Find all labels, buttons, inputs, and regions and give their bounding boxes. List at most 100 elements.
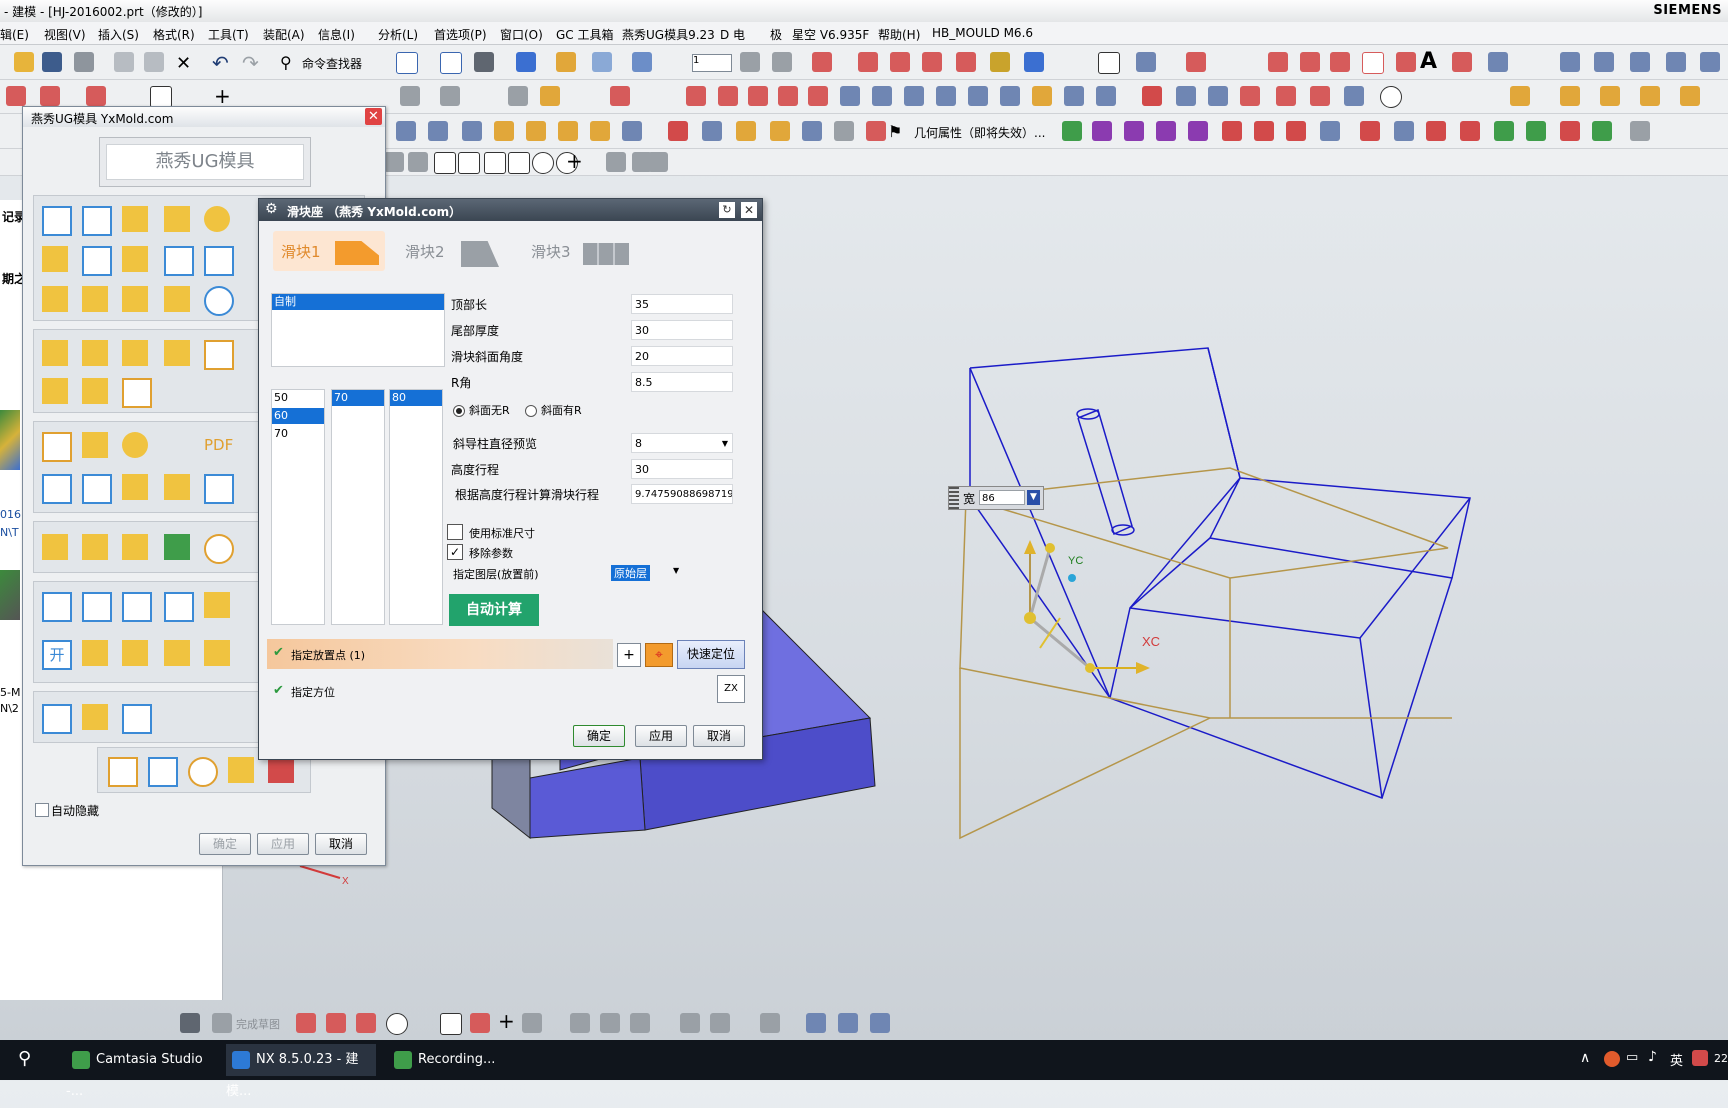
menu-preferences[interactable]: 首选项(P): [434, 26, 487, 43]
mold-icon-22[interactable]: [1254, 121, 1274, 141]
tab-slider-3[interactable]: 滑块3: [525, 231, 637, 271]
clock-icon[interactable]: [204, 286, 234, 316]
open-icon[interactable]: [14, 52, 34, 72]
gear-icon[interactable]: ⚙: [265, 201, 278, 217]
cancel-button[interactable]: 取消: [693, 725, 745, 747]
size-a-item-1[interactable]: 50: [272, 390, 324, 406]
cooling-icon[interactable]: [42, 432, 72, 462]
yx-cancel-button[interactable]: 取消: [315, 833, 367, 855]
redo-icon[interactable]: ↷: [242, 51, 259, 75]
mold-icon-29[interactable]: [1494, 121, 1514, 141]
snap-icon-9[interactable]: [606, 152, 626, 172]
place-point-row[interactable]: ✔ 指定放置点 (1): [267, 639, 613, 669]
point-dialog-button[interactable]: +: [617, 643, 641, 667]
zoom-icon[interactable]: [440, 52, 462, 74]
remove-params-checkbox[interactable]: ✓: [447, 544, 463, 560]
layer-select[interactable]: 原始层 ▼: [611, 564, 685, 582]
size-a-item-2[interactable]: 60: [272, 408, 324, 424]
split-icon-2[interactable]: [82, 592, 112, 622]
feature-icon-2[interactable]: [872, 86, 892, 106]
show-icon[interactable]: [772, 52, 792, 72]
snap-icon-3[interactable]: [434, 152, 456, 174]
y-icon[interactable]: [82, 432, 108, 458]
corner-icon[interactable]: [630, 1013, 650, 1033]
offset-curve-icon[interactable]: [1452, 52, 1472, 72]
wcs-dynamic-icon[interactable]: [956, 52, 976, 72]
table-sheet-icon[interactable]: [108, 757, 138, 787]
size-list-c[interactable]: 80: [389, 389, 443, 625]
tab-slider-2[interactable]: 滑块2: [399, 231, 511, 271]
mold-icon-3[interactable]: [462, 121, 482, 141]
width-value[interactable]: 86: [979, 490, 1025, 505]
ok-button[interactable]: 确定: [573, 725, 625, 747]
pin-icon[interactable]: [164, 246, 194, 276]
param-input-top-length[interactable]: 35: [631, 294, 733, 314]
plate-holes-icon[interactable]: [204, 246, 234, 276]
width-onscreen-input[interactable]: 宽 86 ▼: [948, 486, 1044, 510]
gib-icon[interactable]: [82, 378, 108, 404]
chevron-down-icon[interactable]: ▼: [673, 566, 679, 575]
slider-icon[interactable]: [42, 340, 68, 366]
menu-hb-mould[interactable]: HB_MOULD M6.6: [932, 26, 1033, 40]
network-icon[interactable]: ▭: [1626, 1050, 1638, 1065]
mold-icon-1[interactable]: [396, 121, 416, 141]
feature-icon-14[interactable]: [1276, 86, 1296, 106]
split-icon-5[interactable]: [204, 592, 230, 618]
csys-icon[interactable]: ZX: [717, 675, 745, 703]
feature-icon-1[interactable]: [840, 86, 860, 106]
feature-icon-4[interactable]: [936, 86, 956, 106]
drag-handle-icon[interactable]: [949, 487, 959, 509]
size-b-item-1[interactable]: 70: [332, 390, 384, 406]
feature-icon-10[interactable]: [1142, 86, 1162, 106]
mirror-icon[interactable]: [508, 86, 528, 106]
mold-icon-7[interactable]: [590, 121, 610, 141]
fillet-curve-icon[interactable]: [610, 86, 630, 106]
snap-icon-5[interactable]: [484, 152, 506, 174]
menu-info[interactable]: 信息(I): [318, 26, 355, 43]
menu-gc-toolbox[interactable]: GC 工具箱: [556, 26, 614, 43]
sketch-arc-icon[interactable]: [40, 86, 60, 106]
support-icon[interactable]: [82, 286, 108, 312]
mold-icon-13[interactable]: [802, 121, 822, 141]
split-icon-9[interactable]: [204, 640, 230, 666]
size-list-a[interactable]: 50 60 70: [271, 389, 325, 625]
transform-icon[interactable]: [1098, 52, 1120, 74]
trim-icon[interactable]: [718, 86, 738, 106]
feature-icon-15[interactable]: [1310, 86, 1330, 106]
plate-icon[interactable]: [82, 206, 112, 236]
offset-icon[interactable]: [522, 1013, 542, 1033]
grid-icon[interactable]: [648, 152, 668, 172]
sprue-icon[interactable]: [164, 206, 190, 232]
menu-assembly[interactable]: 装配(A): [263, 26, 305, 43]
fitting-icon[interactable]: [122, 474, 148, 500]
ring-icon[interactable]: [188, 757, 218, 787]
snap-plus-icon[interactable]: +: [566, 149, 583, 173]
menu-ji[interactable]: 极: [770, 26, 782, 43]
wcs-icon[interactable]: [812, 52, 832, 72]
open-button-icon[interactable]: 开: [42, 640, 72, 670]
mold-icon-33[interactable]: [1630, 121, 1650, 141]
feature-icon-9[interactable]: [1096, 86, 1116, 106]
rectangle-icon[interactable]: [1362, 52, 1384, 74]
slider-wireframe[interactable]: [969, 347, 1471, 799]
chevron-down-icon[interactable]: ▼: [1027, 490, 1040, 505]
sketch-icon[interactable]: [180, 1013, 200, 1033]
menu-insert[interactable]: 插入(S): [98, 26, 139, 43]
pipe-icon-2[interactable]: [82, 474, 112, 504]
layer-select[interactable]: 1: [692, 54, 732, 72]
type-list[interactable]: 自制: [271, 293, 445, 367]
line-icon[interactable]: [1268, 52, 1288, 72]
fit-icon[interactable]: [396, 52, 418, 74]
split-icon-7[interactable]: [122, 640, 148, 666]
arrow-left-icon[interactable]: [778, 86, 798, 106]
feature-icon-16[interactable]: [1344, 86, 1364, 106]
auto-constraint-icon[interactable]: [760, 1013, 780, 1033]
constraint-icon[interactable]: [400, 86, 420, 106]
triangle-icon[interactable]: [82, 704, 108, 730]
mold-icon-26[interactable]: [1394, 121, 1414, 141]
surface-icon-4[interactable]: [1666, 52, 1686, 72]
move-object-icon[interactable]: [1024, 52, 1044, 72]
feature-icon-12[interactable]: [1208, 86, 1228, 106]
constraint-icon[interactable]: [710, 1013, 730, 1033]
tab-slider-1[interactable]: 滑块1: [273, 231, 385, 271]
